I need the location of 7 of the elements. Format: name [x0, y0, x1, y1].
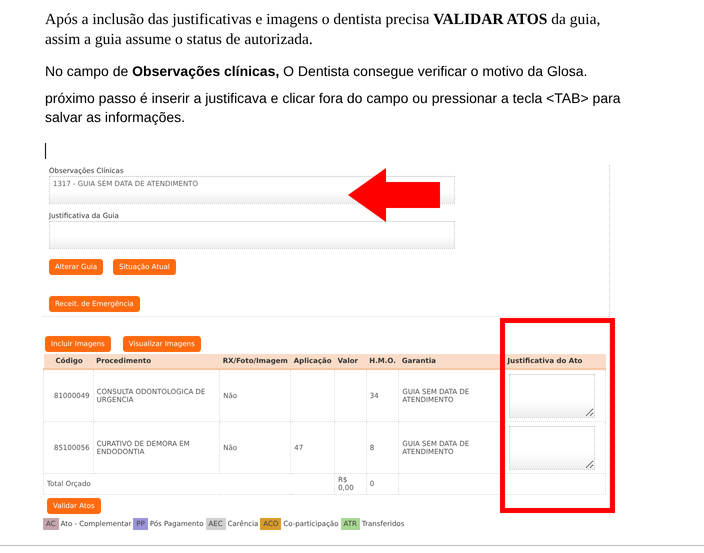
paragraph: próximo passo é inserir a justificava e clicar fora do campo ou pressionar a tecla <TAB> para salvar as informações. [45, 89, 622, 127]
justification-field[interactable] [509, 426, 595, 470]
paragraph: Após a inclusão das justificativas e imagens o dentista precisa VALIDAR ATOS da guia, assim a guia assume o status de autorizada. [45, 10, 602, 50]
paragraph: No campo de Observações clínicas, O Dentista consegue verificar o motivo da Glosa. [45, 62, 588, 81]
arrow-icon [348, 168, 440, 222]
text-area[interactable] [49, 221, 455, 249]
justification-field[interactable] [509, 374, 595, 418]
